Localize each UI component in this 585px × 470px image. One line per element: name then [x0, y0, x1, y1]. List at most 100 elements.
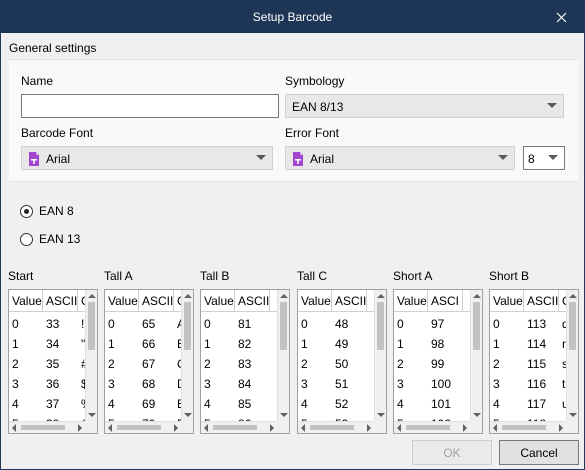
scroll-right-icon[interactable]: [78, 424, 82, 432]
column-header[interactable]: ASCII: [335, 294, 366, 308]
scroll-up-icon[interactable]: [569, 294, 577, 298]
table-row[interactable]: 1 114 r: [490, 334, 566, 354]
scroll-left-icon[interactable]: [12, 424, 16, 432]
table-row[interactable]: 3 116 t: [490, 374, 566, 394]
scroll-down-icon[interactable]: [377, 413, 385, 417]
error-font-select[interactable]: Arial: [285, 146, 515, 170]
scroll-down-icon[interactable]: [473, 413, 481, 417]
column-header[interactable]: Value: [12, 294, 42, 308]
column-header[interactable]: Value: [301, 294, 331, 308]
horizontal-scrollbar[interactable]: [394, 421, 470, 433]
horizontal-scrollbar[interactable]: [9, 421, 85, 433]
vertical-scrollbar[interactable]: [181, 290, 193, 421]
column-header[interactable]: Value: [204, 294, 234, 308]
scroll-thumb[interactable]: [213, 425, 257, 430]
scroll-up-icon[interactable]: [88, 294, 96, 298]
scroll-right-icon[interactable]: [367, 424, 371, 432]
scroll-thumb[interactable]: [310, 425, 354, 430]
table-row[interactable]: 0 81: [201, 314, 277, 334]
scroll-thumb[interactable]: [280, 302, 287, 350]
scroll-thumb[interactable]: [184, 302, 191, 350]
table-row[interactable]: 336$: [9, 374, 88, 394]
table-row[interactable]: 0 33!: [9, 314, 85, 334]
table-row[interactable]: 1 82: [201, 334, 277, 354]
column-header[interactable]: ASCII: [142, 294, 173, 308]
table-row[interactable]: 065A: [105, 314, 185, 334]
scroll-thumb[interactable]: [502, 425, 546, 430]
table-row[interactable]: 0 97: [394, 314, 470, 334]
vertical-scrollbar[interactable]: [277, 290, 289, 421]
character-grid[interactable]: ValueASCIIC0113q1114r2115s3116t4117u5118…: [489, 289, 579, 434]
vertical-scrollbar[interactable]: [566, 290, 578, 421]
scroll-thumb[interactable]: [473, 302, 480, 350]
table-row[interactable]: 4 52: [298, 394, 374, 414]
scroll-right-icon[interactable]: [463, 424, 467, 432]
table-row[interactable]: 4 85: [201, 394, 277, 414]
scroll-up-icon[interactable]: [280, 294, 288, 298]
table-row[interactable]: 1 49: [298, 334, 374, 354]
table-row[interactable]: 437%: [9, 394, 92, 414]
scroll-left-icon[interactable]: [397, 424, 401, 432]
character-grid[interactable]: ValueASCI097198299310041015102: [393, 289, 483, 434]
scroll-down-icon[interactable]: [88, 413, 96, 417]
table-row[interactable]: 469E: [105, 394, 185, 414]
scroll-thumb[interactable]: [377, 302, 384, 350]
scroll-right-icon[interactable]: [174, 424, 178, 432]
scroll-thumb[interactable]: [88, 302, 95, 350]
table-row[interactable]: 166B: [105, 334, 185, 354]
table-row[interactable]: 4 101: [394, 394, 470, 414]
table-row[interactable]: 2 115 s: [490, 354, 568, 374]
column-header[interactable]: Value: [108, 294, 138, 308]
scroll-left-icon[interactable]: [493, 424, 497, 432]
symbology-select[interactable]: EAN 8/13: [285, 94, 564, 118]
scroll-right-icon[interactable]: [559, 424, 563, 432]
column-header[interactable]: ASCII: [238, 294, 269, 308]
horizontal-scrollbar[interactable]: [298, 421, 374, 433]
ok-button[interactable]: OK: [412, 440, 492, 465]
horizontal-scrollbar[interactable]: [201, 421, 277, 433]
table-row[interactable]: 2 50: [298, 354, 374, 374]
scroll-thumb[interactable]: [117, 425, 161, 430]
scroll-left-icon[interactable]: [204, 424, 208, 432]
column-header[interactable]: ASCI: [431, 294, 459, 308]
radio-ean8[interactable]: EAN 8: [20, 204, 74, 218]
table-row[interactable]: 368D: [105, 374, 186, 394]
table-row[interactable]: 267C: [105, 354, 186, 374]
vertical-scrollbar[interactable]: [470, 290, 482, 421]
scroll-left-icon[interactable]: [301, 424, 305, 432]
close-button[interactable]: [538, 1, 584, 33]
column-header[interactable]: Value: [493, 294, 523, 308]
table-row[interactable]: 235#: [9, 354, 88, 374]
column-header[interactable]: ASCII: [527, 294, 558, 308]
table-row[interactable]: 2 99: [394, 354, 470, 374]
cancel-button[interactable]: Cancel: [499, 440, 579, 465]
name-input[interactable]: [21, 94, 279, 118]
column-header[interactable]: Value: [397, 294, 427, 308]
scroll-down-icon[interactable]: [184, 413, 192, 417]
horizontal-scrollbar[interactable]: [105, 421, 181, 433]
error-font-size-select[interactable]: 8: [523, 146, 565, 170]
character-grid[interactable]: ValueASCIIC033!134"235#336$437%538&: [8, 289, 98, 434]
table-row[interactable]: 3 84: [201, 374, 277, 394]
table-row[interactable]: 3 100: [394, 374, 470, 394]
scroll-up-icon[interactable]: [473, 294, 481, 298]
character-grid[interactable]: ValueASCII048149250351452553: [297, 289, 387, 434]
scroll-right-icon[interactable]: [270, 424, 274, 432]
vertical-scrollbar[interactable]: [374, 290, 386, 421]
character-grid[interactable]: ValueASCIIC065A166B267C368D469E570F: [104, 289, 194, 434]
barcode-font-select[interactable]: Arial: [21, 146, 273, 170]
table-row[interactable]: 2 83: [201, 354, 277, 374]
table-row[interactable]: 4117u: [490, 394, 569, 414]
radio-ean13[interactable]: EAN 13: [20, 232, 80, 246]
scroll-down-icon[interactable]: [569, 413, 577, 417]
column-header[interactable]: ASCII: [46, 294, 77, 308]
horizontal-scrollbar[interactable]: [490, 421, 566, 433]
scroll-thumb[interactable]: [21, 425, 65, 430]
scroll-down-icon[interactable]: [280, 413, 288, 417]
vertical-scrollbar[interactable]: [85, 290, 97, 421]
table-row[interactable]: 1 98: [394, 334, 470, 354]
scroll-up-icon[interactable]: [184, 294, 192, 298]
scroll-thumb[interactable]: [569, 302, 576, 350]
scroll-left-icon[interactable]: [108, 424, 112, 432]
scroll-thumb[interactable]: [406, 425, 450, 430]
